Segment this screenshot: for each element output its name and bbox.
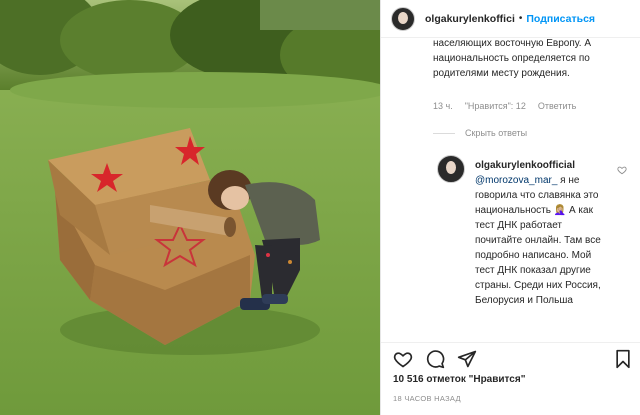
post-header: olgakurylenkoffici • Подписаться xyxy=(381,0,640,38)
follow-button[interactable]: Подписаться xyxy=(526,13,595,25)
comment-text: населяющих восточную Европу. А националь… xyxy=(433,38,591,79)
comment-likes[interactable]: "Нравится": 12 xyxy=(465,101,526,111)
comment-icon[interactable] xyxy=(425,349,445,369)
comment-meta: 13 ч. "Нравится": 12 Ответить xyxy=(433,101,576,111)
reply-mention[interactable]: @morozova_mar_ xyxy=(475,175,557,186)
avatar[interactable] xyxy=(391,6,415,31)
comments-section[interactable]: населяющих восточную Европу. А националь… xyxy=(381,38,640,342)
separator-dot: • xyxy=(518,13,523,24)
hide-replies-label: Скрыть ответы xyxy=(465,128,528,138)
hide-replies-button[interactable]: Скрыть ответы xyxy=(433,128,527,138)
comment-time[interactable]: 13 ч. xyxy=(433,101,453,111)
post-photo-image xyxy=(0,0,380,415)
comment-like-heart-icon[interactable] xyxy=(617,165,627,175)
reply-comment: olgakurylenkoofficial @morozova_mar_ я н… xyxy=(475,158,609,308)
post-timestamp[interactable]: 18 ЧАСОВ НАЗАД xyxy=(393,394,461,403)
divider-line xyxy=(433,132,455,134)
reply-avatar-wrap[interactable] xyxy=(437,155,465,183)
reply-username[interactable]: olgakurylenkoofficial xyxy=(475,160,575,171)
post-photo xyxy=(0,0,380,415)
action-bar xyxy=(381,342,640,373)
post-sidebar: olgakurylenkoffici • Подписаться населяю… xyxy=(380,0,640,415)
reply-text: я не говорила что славянка это националь… xyxy=(475,175,601,306)
author-username[interactable]: olgakurylenkoffici xyxy=(425,13,515,25)
reply-button[interactable]: Ответить xyxy=(538,101,576,111)
bookmark-icon[interactable] xyxy=(613,349,633,369)
likes-count[interactable]: 10 516 отметок "Нравится" xyxy=(393,374,525,385)
avatar[interactable] xyxy=(437,155,465,183)
heart-icon[interactable] xyxy=(393,349,413,369)
share-icon[interactable] xyxy=(457,349,477,369)
